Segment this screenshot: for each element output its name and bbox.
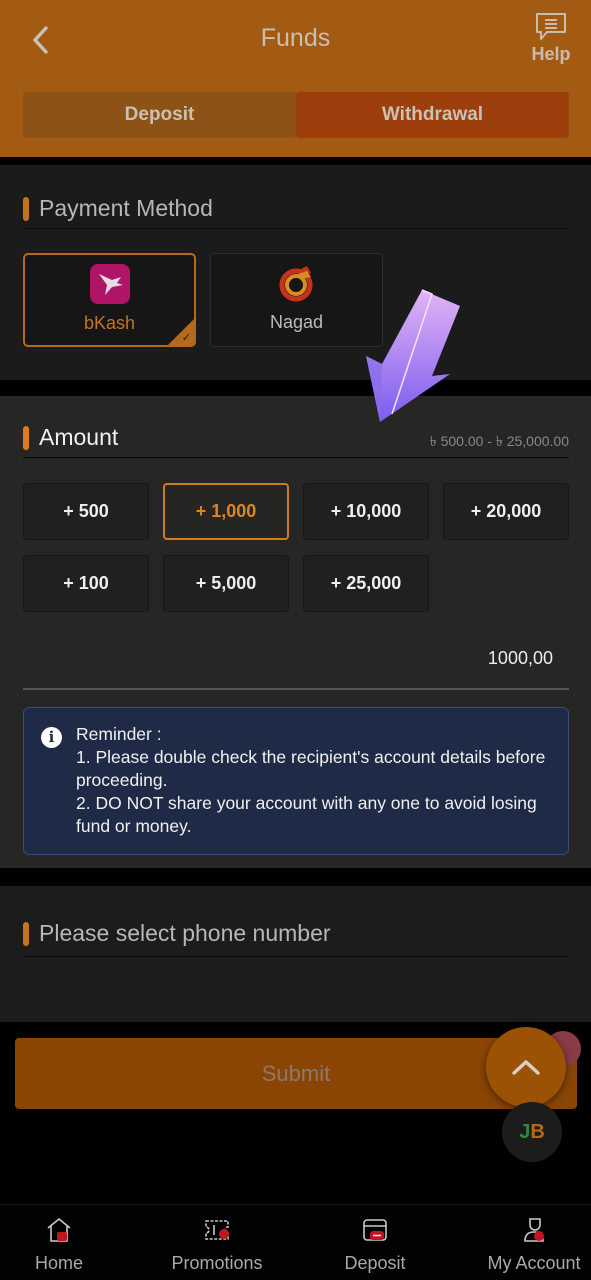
payment-method-section: Payment Method bKash ✓ Nagad xyxy=(0,165,591,380)
quick-amount-10000[interactable]: + 10,000 xyxy=(303,483,429,540)
tab-deposit[interactable]: Deposit xyxy=(23,92,296,138)
reminder-box: i Reminder : 1. Please double check the … xyxy=(23,707,569,855)
nav-promotions[interactable]: Promotions xyxy=(160,1205,274,1280)
reminder-title: Reminder : xyxy=(76,724,162,744)
quick-amount-25000[interactable]: + 25,000 xyxy=(303,555,429,612)
help-label: Help xyxy=(531,44,571,64)
amount-range: ৳ 500.00 - ৳ 25,000.00 xyxy=(429,433,569,449)
amount-input-underline xyxy=(23,688,569,690)
app-header: Funds Help Deposit Withdrawal xyxy=(0,0,591,157)
brand-chat-button[interactable]: JB xyxy=(502,1102,562,1162)
quick-amount-20000[interactable]: + 20,000 xyxy=(443,483,569,540)
brand-logo-icon: JB xyxy=(519,1120,545,1143)
reminder-text: Reminder : 1. Please double check the re… xyxy=(76,723,548,838)
section-accent-bar xyxy=(23,921,29,946)
info-icon: i xyxy=(41,727,62,748)
phone-select-label: Please select phone number xyxy=(39,920,331,946)
nav-label: My Account xyxy=(487,1253,581,1273)
nagad-logo-icon xyxy=(279,266,312,302)
chevron-up-icon xyxy=(512,1060,540,1075)
checkmark-icon: ✓ xyxy=(181,332,191,344)
tab-withdrawal[interactable]: Withdrawal xyxy=(296,92,569,138)
quick-amount-5000[interactable]: + 5,000 xyxy=(163,555,289,612)
funds-tabs: Deposit Withdrawal xyxy=(23,92,569,138)
payment-method-bkash[interactable]: bKash ✓ xyxy=(23,253,196,347)
phone-section: Please select phone number xyxy=(0,886,591,1022)
nav-label: Deposit xyxy=(344,1253,406,1273)
quick-amount-1000[interactable]: + 1,000 xyxy=(163,483,289,540)
nav-home[interactable]: Home xyxy=(10,1205,108,1280)
bkash-logo-icon xyxy=(89,264,130,304)
payment-method-nagad[interactable]: Nagad xyxy=(210,253,383,347)
user-icon xyxy=(524,1218,544,1242)
quick-amount-100[interactable]: + 100 xyxy=(23,555,149,612)
phone-select[interactable]: Please select phone number xyxy=(23,911,569,957)
nav-label: Promotions xyxy=(171,1253,263,1273)
ticket-icon xyxy=(205,1220,229,1240)
amount-section: Amount ৳ 500.00 - ৳ 25,000.00 + 500 + 1,… xyxy=(0,396,591,868)
nav-deposit[interactable]: Deposit xyxy=(325,1205,425,1280)
payment-method-title: Payment Method xyxy=(39,195,213,221)
help-button[interactable]: Help xyxy=(529,12,573,65)
amount-input[interactable]: 1000,00 xyxy=(488,648,553,669)
page-title: Funds xyxy=(260,24,331,52)
nav-my-account[interactable]: My Account xyxy=(478,1205,590,1280)
reminder-line: 1. Please double check the recipient's a… xyxy=(76,747,546,790)
amount-title: Amount xyxy=(39,424,119,450)
bottom-navigation: Home Promotions Deposit My Account xyxy=(0,1204,591,1280)
section-accent-bar xyxy=(23,196,29,221)
nav-label: Home xyxy=(34,1253,83,1273)
scroll-to-top-button[interactable] xyxy=(486,1027,566,1107)
payment-method-label: Nagad xyxy=(269,312,324,332)
chat-bubble-icon xyxy=(536,13,566,40)
home-icon xyxy=(47,1217,71,1242)
section-accent-bar xyxy=(23,425,29,450)
quick-amount-500[interactable]: + 500 xyxy=(23,483,149,540)
payment-method-header: Payment Method xyxy=(23,189,569,229)
reminder-line: 2. DO NOT share your account with any on… xyxy=(76,793,537,836)
wallet-icon xyxy=(363,1219,387,1241)
